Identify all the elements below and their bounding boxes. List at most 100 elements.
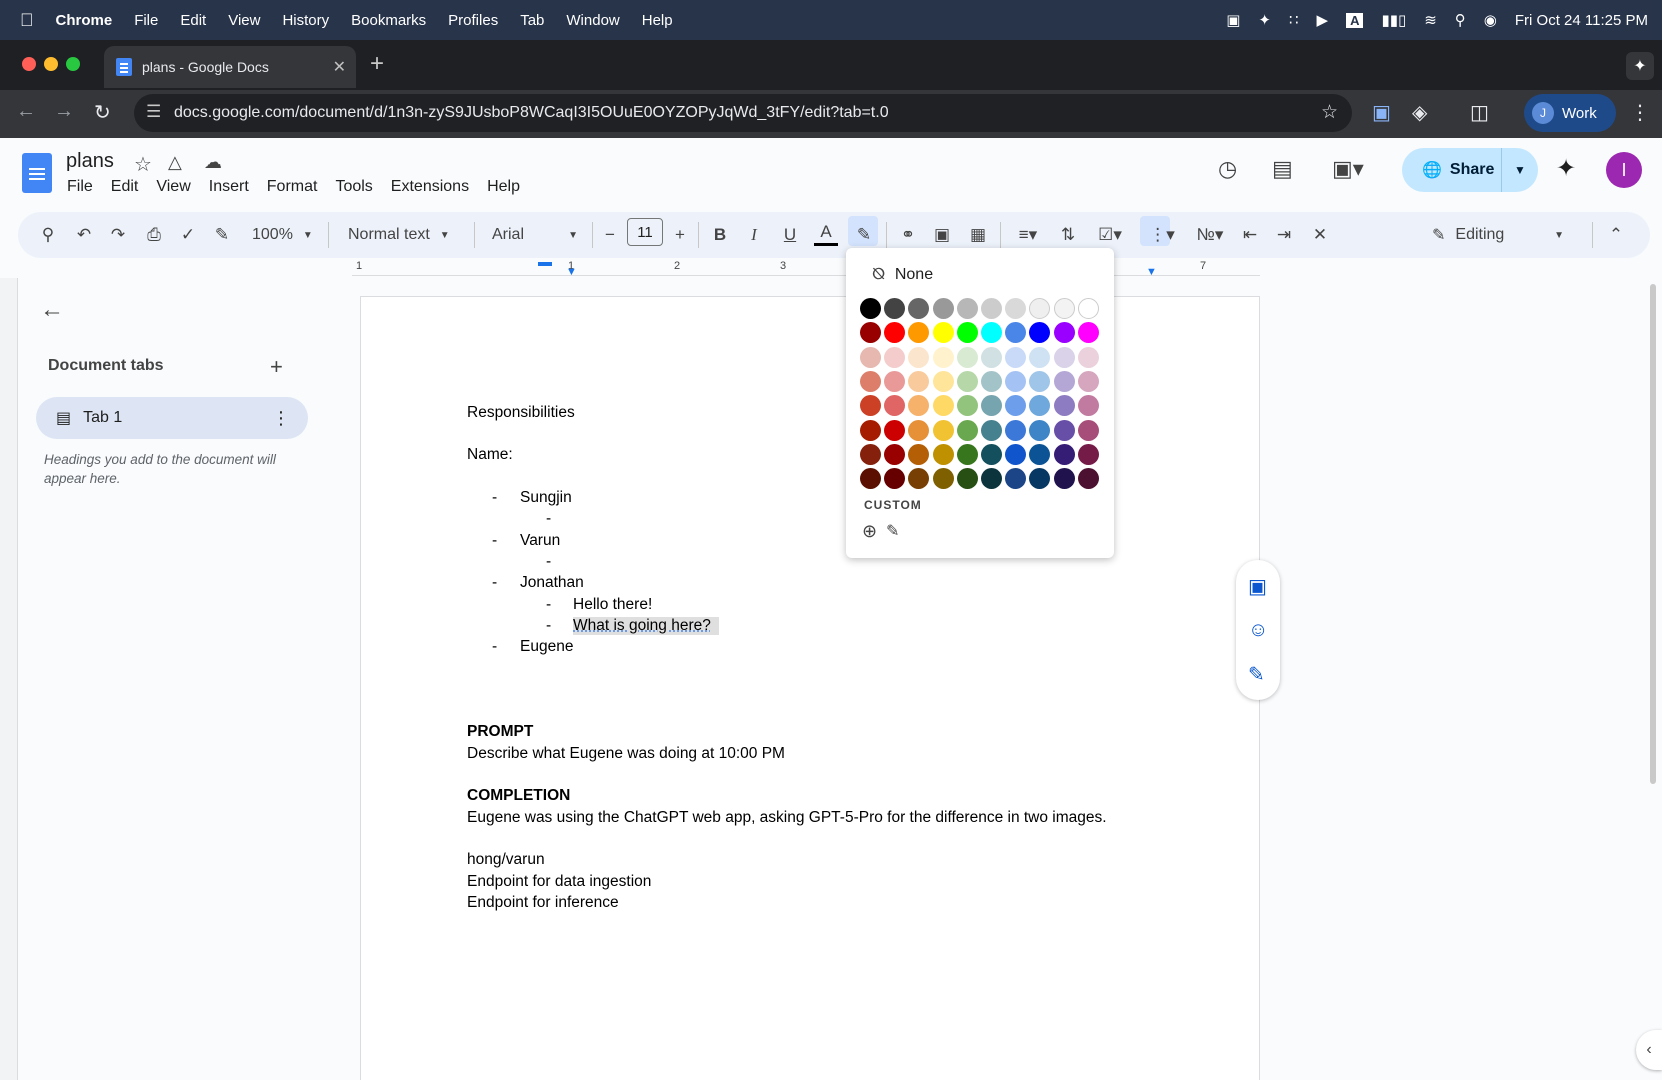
browser-tab-active[interactable]: plans - Google Docs ✕ — [104, 46, 356, 88]
address-bar[interactable]: ☰ docs.google.com/document/d/1n3n-zyS9JU… — [134, 94, 1352, 132]
bullet-hello[interactable]: Hello there! — [573, 596, 652, 614]
box-icon[interactable]: ▣ — [1226, 11, 1240, 29]
color-swatch[interactable] — [884, 370, 906, 392]
collapse-toolbar-icon[interactable]: ⌃ — [1604, 220, 1628, 250]
color-swatch[interactable] — [860, 468, 881, 490]
account-avatar[interactable]: I — [1606, 152, 1642, 188]
bullet-jonathan[interactable]: Jonathan — [520, 574, 584, 592]
version-history-icon[interactable]: ◷ — [1218, 156, 1237, 182]
docs-menu-insert[interactable]: Insert — [200, 178, 258, 196]
color-swatch[interactable] — [1005, 370, 1027, 392]
menu-view[interactable]: View — [217, 12, 271, 29]
horizontal-ruler[interactable] — [352, 260, 1260, 276]
color-swatch[interactable] — [956, 322, 978, 344]
color-swatch[interactable] — [1053, 443, 1075, 465]
color-swatch[interactable] — [884, 443, 906, 465]
highlight-none-option[interactable]: ⦰ None — [872, 266, 933, 284]
color-swatch[interactable] — [908, 419, 930, 441]
window-minimize-button[interactable] — [44, 57, 58, 71]
search-menus-icon[interactable]: ⚲ — [36, 220, 60, 250]
search-icon[interactable]: ⚲ — [1455, 11, 1466, 29]
color-swatch[interactable] — [1029, 346, 1051, 368]
menu-help[interactable]: Help — [631, 12, 684, 29]
color-swatch[interactable] — [908, 346, 930, 368]
prompt-text[interactable]: Describe what Eugene was doing at 10:00 … — [467, 745, 785, 763]
font-select[interactable]: Arial ▼ — [492, 222, 578, 248]
color-swatch[interactable] — [1077, 322, 1099, 344]
increase-indent-icon[interactable]: ⇥ — [1272, 220, 1296, 250]
color-swatch[interactable] — [860, 370, 881, 392]
prompt-title[interactable]: PROMPT — [467, 723, 533, 741]
color-swatch[interactable] — [1005, 443, 1027, 465]
color-swatch[interactable] — [981, 419, 1002, 441]
add-custom-color-icon[interactable]: ⊕ — [862, 521, 877, 542]
cloud-saved-icon[interactable]: ☁ — [204, 152, 222, 173]
back-arrow-icon[interactable]: ← — [40, 296, 64, 324]
color-swatch[interactable] — [932, 468, 954, 490]
text-color-icon[interactable]: A — [814, 220, 838, 246]
vertical-ruler[interactable] — [0, 278, 18, 1080]
menu-bookmarks[interactable]: Bookmarks — [340, 12, 437, 29]
owner-text[interactable]: hong/varun — [467, 851, 545, 869]
docs-menu-help[interactable]: Help — [478, 178, 529, 196]
apple-icon[interactable]:  — [0, 10, 45, 31]
gemini-icon[interactable]: ✦ — [1626, 52, 1654, 80]
endpoint-inference[interactable]: Endpoint for inference — [467, 894, 619, 912]
bullet-sungjin[interactable]: Sungjin — [520, 489, 572, 507]
tab-more-options-icon[interactable]: ⋮ — [272, 408, 290, 429]
doc-heading[interactable]: Responsibilities — [467, 404, 575, 422]
reload-icon[interactable]: ↻ — [94, 100, 111, 125]
line-spacing-icon[interactable]: ⇅ — [1056, 220, 1080, 250]
forward-icon[interactable]: → — [54, 100, 74, 123]
completion-text[interactable]: Eugene was using the ChatGPT web app, as… — [467, 809, 1107, 827]
share-dropdown-icon[interactable]: ▼ — [1502, 163, 1538, 177]
bullet-eugene[interactable]: Eugene — [520, 638, 573, 656]
url-text[interactable]: docs.google.com/document/d/1n3n-zyS9JUsb… — [174, 104, 889, 122]
color-swatch[interactable] — [860, 298, 881, 319]
checklist-icon[interactable]: ☑▾ — [1090, 220, 1130, 250]
color-swatch[interactable] — [1077, 370, 1099, 392]
color-swatch[interactable] — [932, 443, 954, 465]
color-swatch[interactable] — [956, 468, 978, 490]
add-tab-icon[interactable]: + — [270, 354, 283, 380]
color-swatch[interactable] — [1077, 346, 1099, 368]
increase-font-size-icon[interactable]: + — [670, 220, 690, 250]
sparkle-icon[interactable]: ✦ — [1258, 11, 1271, 29]
eyedropper-icon[interactable]: ✎ — [886, 521, 899, 541]
window-close-button[interactable] — [22, 57, 36, 71]
emoji-reaction-icon[interactable]: ☺ — [1248, 619, 1268, 642]
share-button[interactable]: 🌐 Share ▼ — [1402, 148, 1538, 192]
comments-icon[interactable]: ▤ — [1272, 156, 1293, 182]
close-tab-icon[interactable]: ✕ — [333, 57, 346, 77]
insert-link-icon[interactable]: ⚭ — [896, 220, 920, 250]
docs-menu-edit[interactable]: Edit — [102, 178, 148, 196]
site-settings-icon[interactable]: ☰ — [146, 102, 161, 122]
color-swatch[interactable] — [956, 346, 978, 368]
color-swatch[interactable] — [981, 443, 1002, 465]
profile-button[interactable]: J Work — [1524, 94, 1616, 132]
color-swatch[interactable] — [1005, 419, 1027, 441]
first-line-indent-marker-icon[interactable] — [538, 262, 552, 266]
color-swatch[interactable] — [1053, 468, 1075, 490]
color-swatch[interactable] — [884, 419, 906, 441]
insert-image-icon[interactable]: ▦ — [966, 220, 990, 250]
color-swatch[interactable] — [932, 370, 954, 392]
docs-menu-format[interactable]: Format — [258, 178, 327, 196]
undo-icon[interactable]: ↶ — [72, 220, 96, 250]
color-swatch[interactable] — [1077, 443, 1099, 465]
bulleted-list-icon[interactable]: ⋮▾ — [1142, 220, 1182, 250]
color-swatch[interactable] — [932, 346, 954, 368]
meet-video-icon[interactable]: ▣▾ — [1332, 156, 1364, 182]
color-swatch[interactable] — [981, 298, 1002, 319]
paint-format-icon[interactable]: ✎ — [210, 220, 234, 250]
menu-tab[interactable]: Tab — [509, 12, 555, 29]
color-swatch[interactable] — [1029, 419, 1051, 441]
color-swatch[interactable] — [1077, 395, 1099, 417]
highlighter-pen-icon[interactable]: ✎ — [852, 220, 876, 250]
color-swatch[interactable] — [1005, 346, 1027, 368]
color-swatch[interactable] — [860, 346, 881, 368]
side-panel-toggle-icon[interactable]: ‹ — [1636, 1030, 1662, 1070]
wifi-icon[interactable]: ≋ — [1424, 11, 1437, 29]
menu-edit[interactable]: Edit — [169, 12, 217, 29]
docs-logo-icon[interactable] — [22, 153, 52, 193]
